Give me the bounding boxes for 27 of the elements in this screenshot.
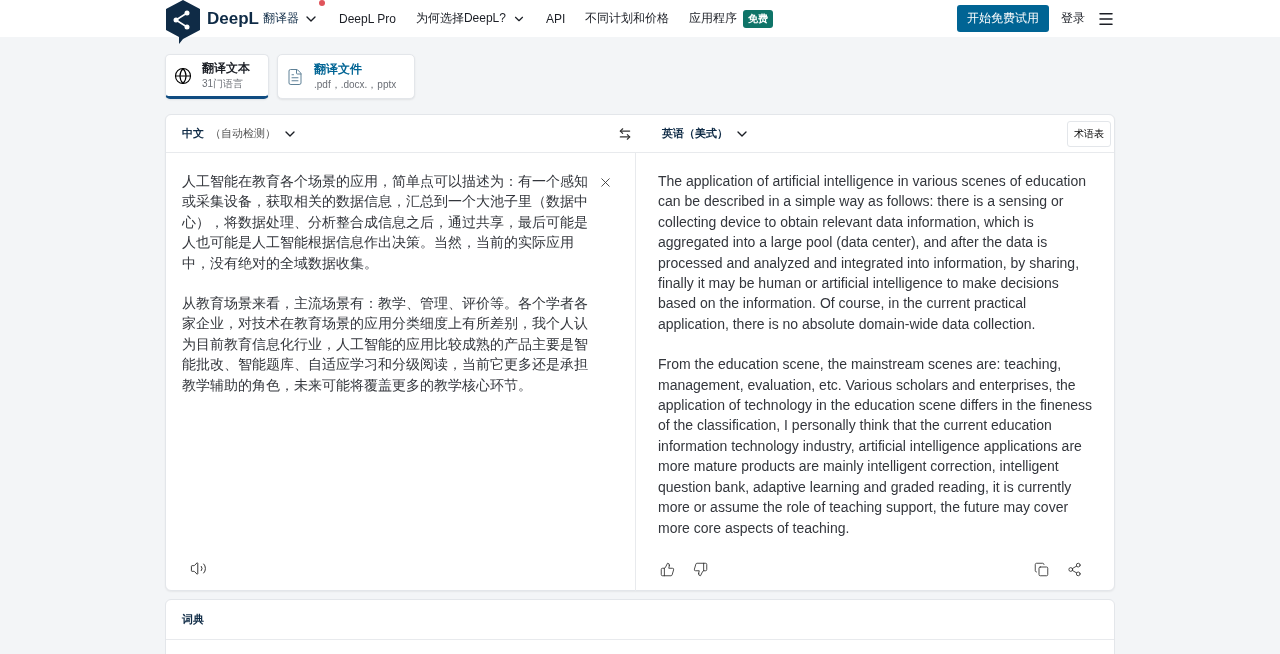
login-link[interactable]: 登录 (1061, 10, 1085, 27)
nav-link[interactable]: 应用程序 免费 (689, 9, 774, 28)
globe-icon (174, 66, 192, 85)
translation-paragraph: From the education scene, the mainstream scenes are: teaching, management, evaluation, etc. Various scholars and enterprises, the application of technology in the education scene differs in the fineness of the classification, I personally think that the current education information technology industry, artificial intelligence applications are more mature products are mainly intelligent correction, intelligent question bank, adaptive learning and graded reading, it is currently more or assume the role of teaching support, the future may cover more core aspects of teaching. (658, 355, 1094, 538)
free-badge: 免费 (743, 9, 774, 28)
source-language-select[interactable]: 中文 （自动检测） (182, 125, 298, 142)
free-trial-button[interactable]: 开始免费试用 (957, 5, 1049, 32)
product-menu[interactable]: 翻译器 (262, 10, 299, 27)
tab-title: 翻译文件 (314, 61, 363, 78)
target-language-select[interactable]: 英语（美式） (662, 125, 750, 142)
document-icon (286, 67, 304, 86)
nav-link[interactable]: API (545, 11, 566, 26)
glossary-button[interactable]: 术语表 (1067, 120, 1111, 147)
source-paragraph: 从教育场景来看，主流场景有：教学、管理、评价等。各个学者各家企业，对技术在教育场景的应用分类细度上有所差别，我个人认为目前教育信息化行业，人工智能的应用比较成熟的产品主要是智能批改、智能题库、自适应学习和分级阅读，当前它更多还是承担教学辅助的角色，未来可能将覆盖更多的教学核心环节。 (182, 294, 589, 395)
nav-link[interactable]: 为何选择DeepL? (415, 10, 526, 27)
logo-icon[interactable] (165, 0, 201, 44)
source-paragraph: 人工智能在教育各个场景的应用，简单点可以描述为：有一个感知或采集设备，获取相关的数据信息，汇总到一个大池子里（数据中心），将数据处理、分析整合成信息之后，通过共享，最后可能是人也可能是人工智能根据信息作出决策。当然，当前的实际应用中，没有绝对的全域数据收集。 (182, 172, 589, 273)
dictionary-title: 词典 (166, 600, 1114, 640)
tab-subtitle: .pdf，.docx.，pptx (314, 78, 397, 92)
nav-link[interactable]: DeepL Pro (338, 11, 396, 26)
mode-tab[interactable]: 翻译文件 .pdf，.docx.，pptx (277, 54, 416, 99)
brand-name[interactable]: DeepL (207, 8, 259, 29)
mode-tab[interactable]: 翻译文本 31门语言 (165, 54, 269, 99)
tab-title: 翻译文本 (202, 60, 250, 77)
translation-paragraph: The application of artificial intelligence in various scenes of education can be described in a simple way as follows: there is a sensing or collecting device to obtain relevant data information, which is aggregated into a large pool (data center), and after the data is processed and analyzed and integrated into information, by sharing, finally it may be human or artificial intelligence to make decisions based on the information. Of course, in the current practical application, there is no absolute domain-wide data collection. (658, 172, 1088, 334)
tab-subtitle: 31门语言 (202, 77, 245, 91)
nav-link[interactable]: 不同计划和价格 (585, 10, 670, 27)
